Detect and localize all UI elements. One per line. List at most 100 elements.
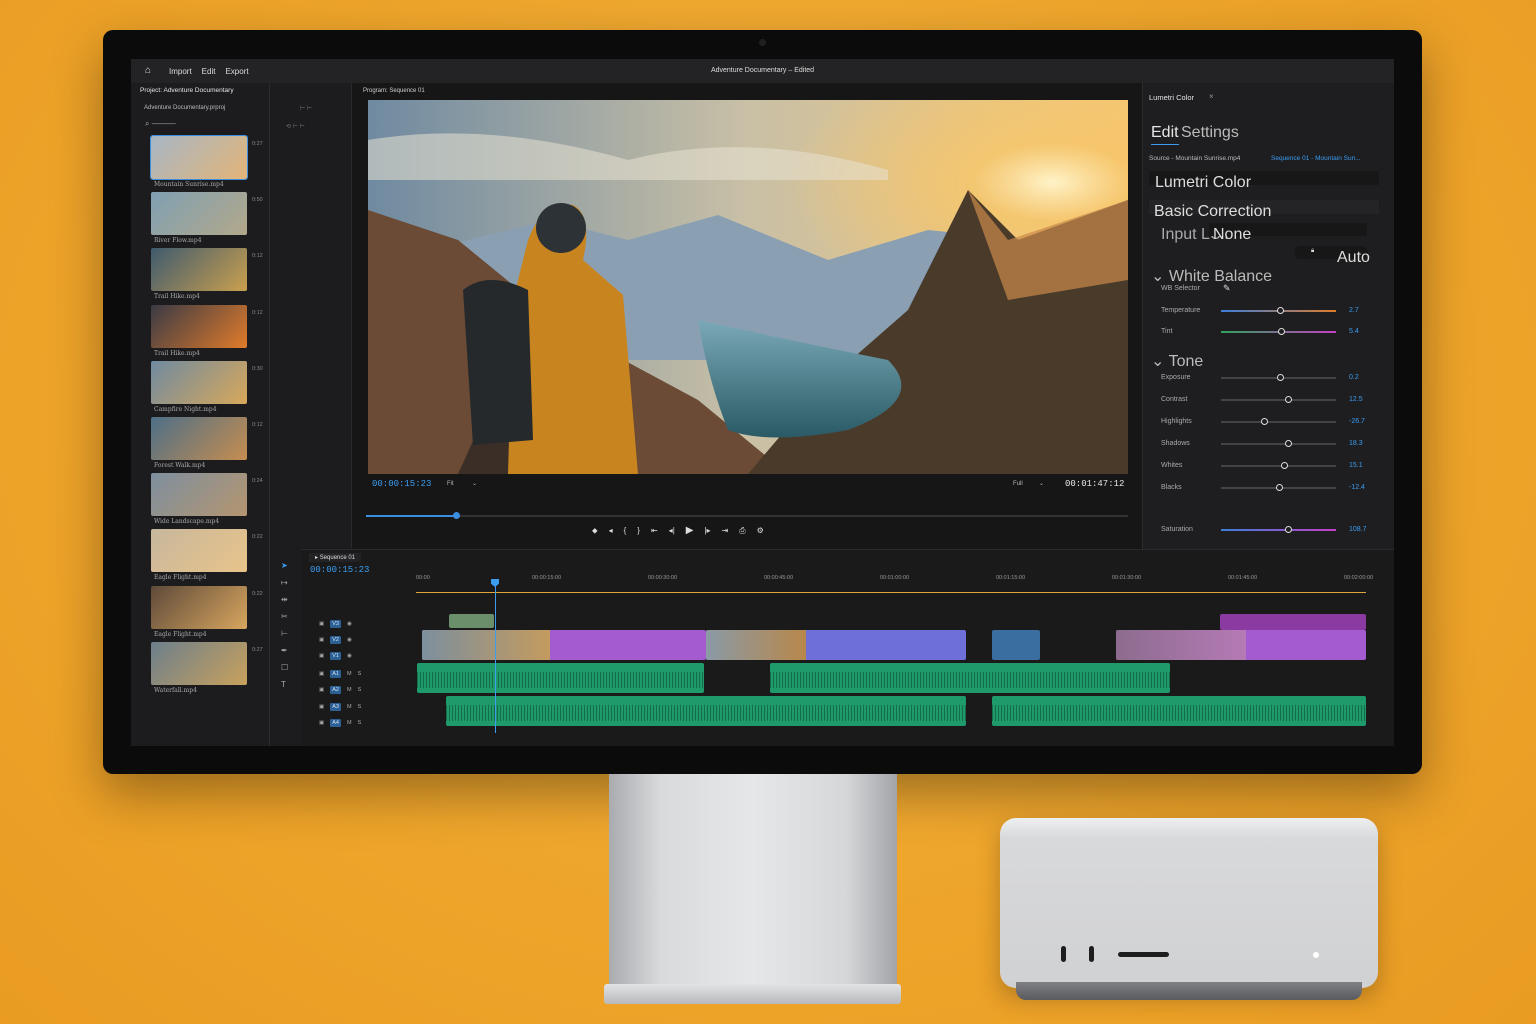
track-header[interactable]: ▣ A4 M S: [319, 719, 361, 727]
clip-thumbnail[interactable]: [151, 641, 247, 685]
mute-icon[interactable]: M: [347, 720, 352, 726]
track-header[interactable]: ▣ A1 M S: [319, 670, 361, 678]
bin-icon[interactable]: ⊢ ⊢: [300, 105, 312, 112]
razor-icon[interactable]: ✂: [281, 612, 288, 621]
track-target[interactable]: V2: [330, 636, 341, 644]
slider-knob[interactable]: [1276, 307, 1284, 314]
tab-settings[interactable]: Settings: [1181, 124, 1239, 142]
clip-thumbnail[interactable]: [151, 529, 247, 573]
adjustment-slider[interactable]: [1221, 307, 1336, 314]
effect-name[interactable]: Lumetri Color: [1155, 174, 1251, 192]
clip-thumbnail[interactable]: [151, 192, 247, 236]
settings-icon[interactable]: ⚙: [757, 526, 764, 535]
type-icon[interactable]: T: [281, 680, 286, 689]
lumetri-sequence[interactable]: Sequence 01 - Mountain Sun...: [1271, 155, 1361, 162]
video-clip-eagle-flight[interactable]: [1116, 630, 1366, 660]
adjustment-slider[interactable]: [1221, 396, 1336, 403]
lock-track-icon[interactable]: ▣: [319, 653, 324, 659]
camera-export-icon[interactable]: ⎙: [739, 526, 745, 536]
hand-icon[interactable]: ☐: [281, 663, 288, 672]
track-header[interactable]: ▣ A2 M S: [319, 686, 361, 694]
white-balance-header[interactable]: ⌄ White Balance: [1151, 266, 1272, 286]
chevron-down-icon[interactable]: ⌄: [472, 480, 477, 487]
lock-track-icon[interactable]: ▣: [319, 704, 324, 710]
program-current-timecode[interactable]: 00:00:15:23: [372, 479, 431, 489]
go-to-in-icon[interactable]: ⇤: [651, 526, 658, 535]
slider-value[interactable]: 0.2: [1349, 374, 1359, 381]
adjustment-slider[interactable]: [1221, 462, 1336, 469]
slip-icon[interactable]: ⊢: [281, 629, 288, 638]
timeline-ruler[interactable]: 00:00 00:00:15:00 00:00:30:00 00:00:45:00 00…: [416, 575, 1376, 589]
clip-thumbnail[interactable]: [151, 304, 247, 348]
lock-track-icon[interactable]: ▣: [319, 671, 324, 677]
adjustment-slider[interactable]: [1221, 440, 1336, 447]
clip-thumbnail[interactable]: [150, 135, 248, 180]
step-forward-icon[interactable]: |▸: [704, 526, 710, 535]
slider-value[interactable]: 108.7: [1349, 526, 1367, 533]
ripple-edit-icon[interactable]: ⇹: [281, 595, 288, 604]
track-header[interactable]: ▣ A3 M S: [319, 703, 361, 711]
work-area-bar[interactable]: [416, 592, 1366, 593]
tab-edit[interactable]: Edit: [1151, 124, 1179, 145]
mute-icon[interactable]: M: [347, 671, 352, 677]
eye-icon[interactable]: ◉: [347, 637, 352, 643]
marker-icon[interactable]: ⬥: [592, 526, 598, 536]
lock-track-icon[interactable]: ▣: [319, 637, 324, 643]
slider-value[interactable]: 12.5: [1349, 396, 1363, 403]
slider-knob[interactable]: [1260, 418, 1268, 425]
track-target[interactable]: A4: [330, 719, 341, 727]
track-target[interactable]: V3: [330, 620, 341, 628]
eye-icon[interactable]: ◉: [347, 653, 352, 659]
clip-thumbnail[interactable]: [151, 417, 247, 460]
timeline-current-timecode[interactable]: 00:00:15:23: [310, 565, 369, 575]
project-title[interactable]: Project: Adventure Documentary: [140, 87, 234, 94]
mark-in-icon[interactable]: ◂: [609, 526, 613, 535]
video-clip-v2[interactable]: [449, 614, 494, 628]
slider-knob[interactable]: [1275, 484, 1283, 491]
mute-icon[interactable]: M: [347, 687, 352, 693]
adjustment-slider[interactable]: [1221, 328, 1336, 335]
track-header[interactable]: ▣ V1 ◉: [319, 652, 358, 660]
slider-value[interactable]: 5.4: [1349, 328, 1359, 335]
tone-header[interactable]: ⌄ Tone: [1151, 351, 1203, 371]
track-header[interactable]: ▣ V2 ◉: [319, 636, 358, 644]
close-icon[interactable]: ×: [1209, 92, 1214, 101]
chevron-down-icon[interactable]: ⌄: [1039, 480, 1044, 487]
slider-value[interactable]: 15.1: [1349, 462, 1363, 469]
scrubber-handle[interactable]: [453, 512, 460, 519]
slider-knob[interactable]: [1284, 526, 1292, 533]
selection-tool-icon[interactable]: ➤: [281, 561, 288, 570]
tab-sequence[interactable]: ▸ Sequence 01: [309, 553, 362, 562]
clip-thumbnail[interactable]: [151, 248, 247, 292]
clip-thumbnail[interactable]: [151, 473, 247, 517]
adjustment-slider[interactable]: [1221, 484, 1336, 491]
eyedropper-icon[interactable]: ✎: [1223, 283, 1231, 294]
quality-dropdown[interactable]: Full: [1013, 481, 1023, 487]
loop-icon[interactable]: ⟲ ⊢ ⊢: [286, 123, 305, 130]
slider-value[interactable]: 18.3: [1349, 440, 1363, 447]
audio-clip-a3-2[interactable]: [992, 696, 1366, 726]
audio-clip-a3-1[interactable]: [446, 696, 966, 726]
slider-knob[interactable]: [1284, 440, 1292, 447]
solo-icon[interactable]: S: [358, 671, 362, 677]
solo-icon[interactable]: S: [358, 687, 362, 693]
slider-value[interactable]: 2.7: [1349, 307, 1359, 314]
track-target[interactable]: A3: [330, 703, 341, 711]
video-clip-mountain-sunrise[interactable]: [422, 630, 706, 660]
eye-icon[interactable]: ◉: [347, 621, 352, 627]
fit-dropdown[interactable]: Fit: [447, 481, 454, 487]
lumetri-title[interactable]: Lumetri Color: [1149, 93, 1194, 102]
lock-track-icon[interactable]: ▣: [319, 720, 324, 726]
video-clip-lake[interactable]: [992, 630, 1040, 660]
lumetri-source[interactable]: Source - Mountain Sunrise.mp4: [1149, 155, 1240, 162]
in-point-icon[interactable]: {: [624, 526, 627, 535]
track-header[interactable]: ▣ V3 ◉: [319, 620, 358, 628]
adjustment-slider[interactable]: [1221, 418, 1336, 425]
play-icon[interactable]: ▶: [686, 525, 694, 536]
video-clip-trail-hike[interactable]: [706, 630, 966, 660]
slider-knob[interactable]: [1276, 374, 1284, 381]
clip-thumbnail[interactable]: [151, 585, 247, 629]
slider-value[interactable]: -12.4: [1349, 484, 1365, 491]
audio-clip-a1-2[interactable]: [770, 663, 1170, 693]
solo-icon[interactable]: S: [358, 704, 362, 710]
